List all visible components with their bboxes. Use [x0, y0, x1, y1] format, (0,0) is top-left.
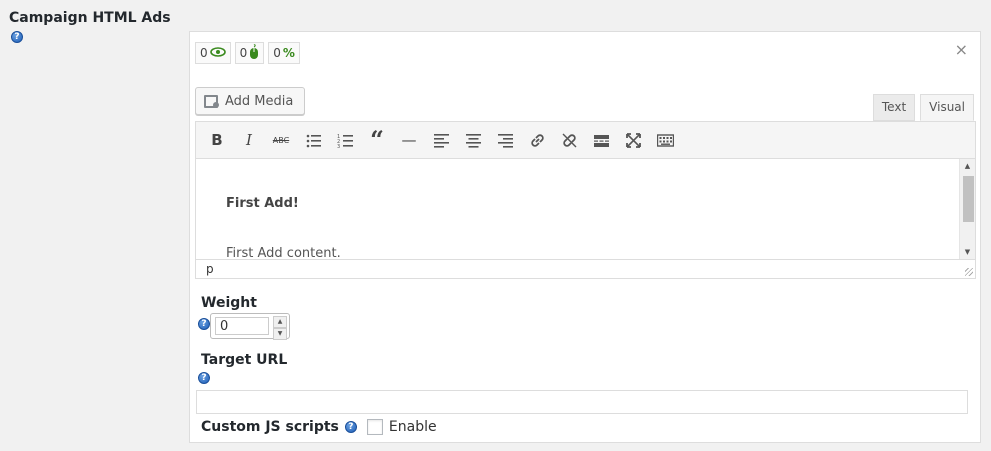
target-url-help-icon[interactable]: ?	[198, 372, 210, 384]
numbered-list-icon: 123	[337, 134, 353, 149]
media-icon	[204, 94, 219, 108]
bullet-list-icon	[306, 134, 321, 147]
strikethrough-button[interactable]: ABC	[265, 125, 297, 155]
custom-js-help-icon[interactable]: ?	[344, 421, 357, 433]
align-left-icon	[433, 133, 449, 148]
read-more-icon	[593, 134, 609, 147]
tab-text[interactable]: Text	[872, 94, 916, 121]
weight-help-icon[interactable]: ?	[198, 318, 210, 330]
decrement-arrow[interactable]: ▼	[273, 328, 287, 340]
insert-link-button[interactable]	[521, 125, 553, 155]
remove-link-button[interactable]	[553, 125, 585, 155]
link-icon	[530, 133, 544, 147]
scroll-up-arrow[interactable]: ▲	[960, 159, 975, 173]
views-count: 0	[200, 46, 208, 60]
align-left-button[interactable]	[425, 125, 457, 155]
scroll-thumb[interactable]	[963, 176, 974, 222]
element-path[interactable]: p	[206, 262, 214, 276]
italic-button[interactable]: I	[233, 125, 265, 155]
fullscreen-icon	[625, 132, 641, 148]
clicks-stat: 0	[234, 42, 265, 64]
weight-stepper: ▲ ▼	[210, 313, 290, 340]
section-title: Campaign HTML Ads	[9, 10, 171, 26]
fullscreen-button[interactable]	[617, 125, 649, 155]
read-more-button[interactable]	[585, 125, 617, 155]
weight-spin-buttons: ▲ ▼	[273, 316, 287, 340]
custom-js-row: Custom JS scripts ? Enable	[201, 419, 437, 435]
enable-js-checkbox[interactable]	[366, 419, 383, 435]
scroll-down-arrow[interactable]: ▼	[960, 245, 975, 259]
align-right-icon	[497, 133, 513, 148]
add-media-button[interactable]: Add Media	[195, 87, 305, 115]
numbered-list-button[interactable]: 123	[329, 125, 361, 155]
bullet-list-button[interactable]	[297, 125, 329, 155]
ad-stats: 0 0 0 %	[195, 42, 300, 64]
weight-label: Weight	[201, 295, 257, 311]
enable-label[interactable]: Enable	[389, 419, 437, 435]
mouse-icon	[249, 43, 259, 63]
bold-button[interactable]: B	[201, 125, 233, 155]
ctr-value: 0	[273, 46, 281, 60]
weight-input[interactable]	[215, 317, 269, 335]
tab-visual[interactable]: Visual	[920, 94, 974, 121]
add-media-label: Add Media	[225, 93, 294, 109]
views-stat: 0	[195, 42, 231, 64]
editor-scrollbar[interactable]: ▲ ▼	[959, 159, 975, 259]
visual-editor: B I ABC 123 “ — First Add! First Add con…	[195, 121, 976, 279]
editor-toolbar: B I ABC 123 “ —	[196, 122, 975, 159]
target-url-label: Target URL	[201, 352, 288, 368]
blockquote-button[interactable]: “	[361, 125, 393, 155]
unlink-icon	[562, 133, 576, 147]
align-center-button[interactable]	[457, 125, 489, 155]
align-right-button[interactable]	[489, 125, 521, 155]
custom-js-label: Custom JS scripts	[201, 419, 339, 435]
toolbar-toggle-button[interactable]	[649, 125, 681, 155]
content-heading: First Add!	[226, 196, 299, 211]
increment-arrow[interactable]: ▲	[273, 316, 287, 328]
help-icon[interactable]: ?	[11, 31, 23, 43]
align-center-icon	[465, 133, 481, 148]
html-ad-panel: 0 0 0 % × Add Media Text Visual B I ABC	[189, 31, 981, 443]
editor-statusbar: p	[196, 259, 975, 278]
eye-icon	[209, 46, 226, 60]
editor-content[interactable]: First Add! First Add content. ▲ ▼	[196, 159, 975, 259]
editor-tabs: Text Visual	[868, 94, 974, 121]
ctr-stat: 0 %	[268, 42, 300, 64]
svg-text:3: 3	[337, 144, 340, 149]
percent-icon: %	[282, 46, 295, 60]
horizontal-line-button[interactable]: —	[393, 125, 425, 155]
resize-handle[interactable]	[965, 268, 973, 276]
close-icon[interactable]: ×	[955, 40, 968, 59]
target-url-input[interactable]	[196, 390, 968, 414]
keyboard-icon	[656, 133, 674, 147]
clicks-count: 0	[239, 46, 248, 60]
content-paragraph: First Add content.	[226, 246, 341, 259]
